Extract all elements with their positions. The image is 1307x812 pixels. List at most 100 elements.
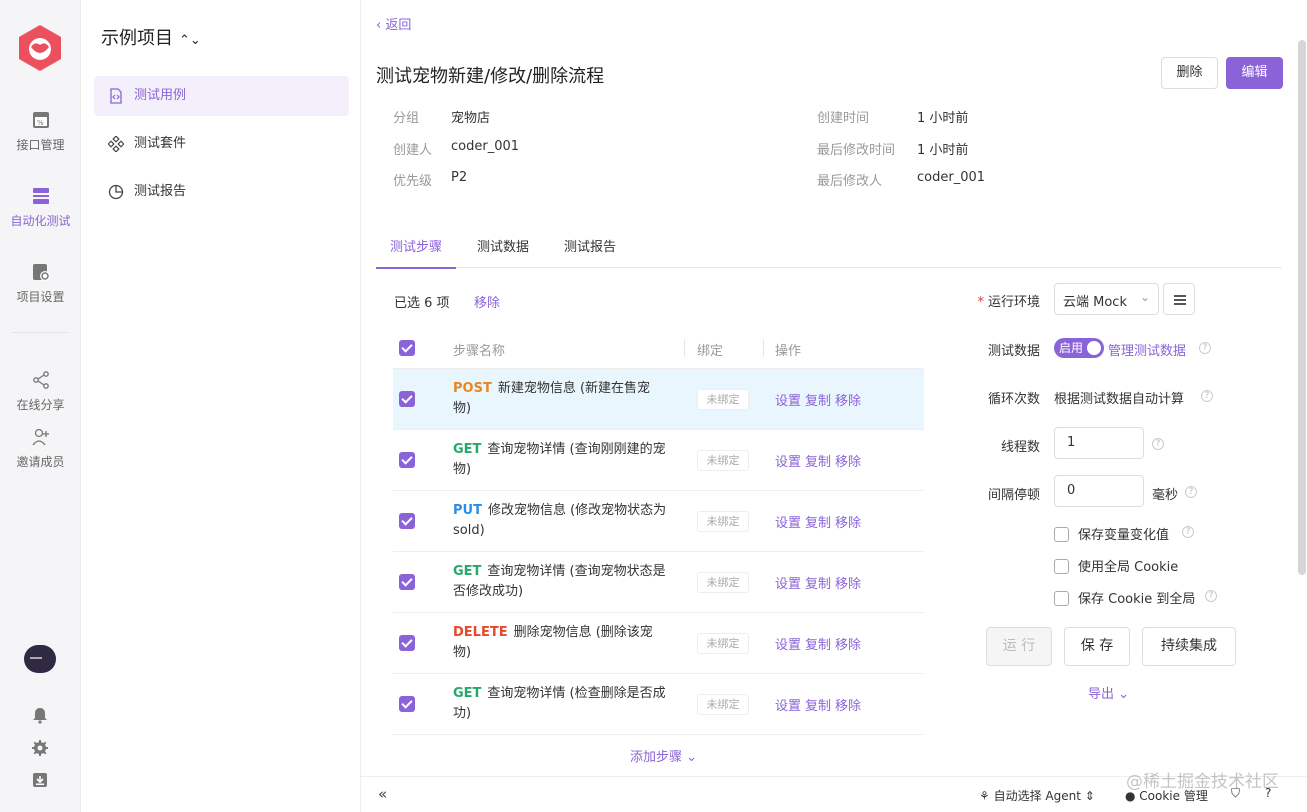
table-row[interactable]: PUT 修改宠物信息 (修改宠物状态为 sold) 未绑定 设置 复制 移除 <box>393 491 924 552</box>
remove-link[interactable]: 移除 <box>835 394 861 409</box>
save-variable-checkbox[interactable]: 保存变量变化值 <box>1054 524 1169 543</box>
table-row[interactable]: DELETE 删除宠物信息 (删除该宠物) 未绑定 设置 复制 移除 <box>393 613 924 674</box>
save-cookie-checkbox[interactable]: 保存 Cookie 到全局 <box>1054 588 1195 607</box>
test-data-toggle[interactable]: 启用 <box>1054 338 1104 358</box>
sidebar-item-test-reports[interactable]: 测试报告 <box>94 172 349 212</box>
rail-item-automation[interactable]: 自动化测试 <box>0 186 81 229</box>
back-link[interactable]: ‹ 返回 <box>376 14 411 33</box>
env-select[interactable]: 云端 Mock ⌄ <box>1054 283 1159 315</box>
copy-link[interactable]: 复制 <box>805 699 831 714</box>
interval-input[interactable]: 0 <box>1054 475 1144 507</box>
save-button[interactable]: 保 存 <box>1064 627 1130 666</box>
row-checkbox[interactable] <box>399 696 415 712</box>
bind-status-badge: 未绑定 <box>697 511 749 532</box>
table-row[interactable]: GET 查询宠物详情 (检查删除是否成功) 未绑定 设置 复制 移除 <box>393 674 924 735</box>
settings-link[interactable]: 设置 <box>775 638 801 653</box>
project-switcher[interactable]: 示例项目 ⌃⌄ <box>101 24 201 50</box>
remove-selected-button[interactable]: 移除 <box>474 292 500 311</box>
download-icon[interactable] <box>31 771 49 789</box>
remove-link[interactable]: 移除 <box>835 699 861 714</box>
help-icon[interactable]: ? <box>1152 438 1164 450</box>
tab-test-steps[interactable]: 测试步骤 <box>376 236 457 269</box>
help-icon[interactable]: ? <box>1185 486 1197 498</box>
help-icon[interactable]: ? <box>1205 590 1217 602</box>
export-dropdown[interactable]: 导出 ⌄ <box>1088 683 1129 702</box>
row-checkbox[interactable] <box>399 513 415 529</box>
rail-item-project-settings[interactable]: 项目设置 <box>0 262 81 305</box>
rail-item-api-management[interactable]: % 接口管理 <box>0 110 81 153</box>
agent-selector[interactable]: ⚘ 自动选择 Agent ⇕ <box>979 787 1095 804</box>
copy-link[interactable]: 复制 <box>805 577 831 592</box>
meta-modified-value: 1 小时前 <box>917 143 969 158</box>
http-method: GET <box>453 564 482 579</box>
ci-button[interactable]: 持续集成 <box>1142 627 1236 666</box>
step-name: GET 查询宠物详情 (查询刚刚建的宠物) <box>453 440 668 480</box>
settings-doc-icon <box>32 264 50 281</box>
settings-link[interactable]: 设置 <box>775 455 801 470</box>
manage-test-data-link[interactable]: 管理测试数据 <box>1108 340 1186 359</box>
bell-icon[interactable] <box>31 706 49 724</box>
tab-test-data[interactable]: 测试数据 <box>477 236 529 267</box>
sidebar-item-label: 测试报告 <box>134 184 187 199</box>
threads-input[interactable]: 1 <box>1054 427 1144 459</box>
table-row[interactable]: GET 查询宠物详情 (查询刚刚建的宠物) 未绑定 设置 复制 移除 <box>393 430 924 491</box>
row-checkbox[interactable] <box>399 391 415 407</box>
test-case-icon <box>110 88 122 104</box>
step-name: PUT 修改宠物信息 (修改宠物状态为 sold) <box>453 501 668 541</box>
copy-link[interactable]: 复制 <box>805 394 831 409</box>
table-row[interactable]: GET 查询宠物详情 (查询宠物状态是否修改成功) 未绑定 设置 复制 移除 <box>393 552 924 613</box>
loop-value: 根据测试数据自动计算 <box>1054 392 1185 407</box>
settings-link[interactable]: 设置 <box>775 577 801 592</box>
edit-button[interactable]: 编辑 <box>1226 57 1283 89</box>
avatar[interactable] <box>24 645 56 673</box>
help-icon[interactable]: ? <box>1201 390 1213 402</box>
delete-button[interactable]: 删除 <box>1161 57 1218 89</box>
app-logo-icon[interactable] <box>17 23 63 73</box>
header-step-name: 步骤名称 <box>453 344 506 359</box>
back-label: 返回 <box>385 18 412 33</box>
settings-link[interactable]: 设置 <box>775 394 801 409</box>
step-description: 修改宠物信息 (修改宠物状态为 sold) <box>453 503 667 538</box>
row-checkbox[interactable] <box>399 574 415 590</box>
row-checkbox[interactable] <box>399 452 415 468</box>
select-all-checkbox[interactable] <box>399 340 415 356</box>
bind-status-badge: 未绑定 <box>697 572 749 593</box>
sidebar-item-test-cases[interactable]: 测试用例 <box>94 76 349 116</box>
settings-link[interactable]: 设置 <box>775 699 801 714</box>
suite-icon <box>108 136 124 152</box>
gear-icon[interactable] <box>31 739 49 757</box>
help-icon[interactable]: ? <box>1182 526 1194 538</box>
copy-link[interactable]: 复制 <box>805 516 831 531</box>
remove-link[interactable]: 移除 <box>835 577 861 592</box>
remove-link[interactable]: 移除 <box>835 638 861 653</box>
scrollbar[interactable] <box>1298 40 1306 575</box>
row-checkbox[interactable] <box>399 635 415 651</box>
chevron-down-icon: ⌄ <box>1114 687 1130 702</box>
settings-link[interactable]: 设置 <box>775 516 801 531</box>
loop-label: 循环次数 <box>987 392 1040 407</box>
http-method: PUT <box>453 503 482 518</box>
env-menu-button[interactable] <box>1163 283 1195 315</box>
rail-item-share[interactable]: 在线分享 <box>0 370 81 413</box>
collapse-sidebar-button[interactable]: « <box>378 785 387 803</box>
meta-creator-value: coder_001 <box>451 139 520 154</box>
table-row[interactable]: POST 新建宠物信息 (新建在售宠物) 未绑定 设置 复制 移除 <box>393 369 924 430</box>
remove-link[interactable]: 移除 <box>835 455 861 470</box>
sidebar-item-test-suites[interactable]: 测试套件 <box>94 124 349 164</box>
run-button[interactable]: 运 行 <box>986 627 1052 666</box>
data-label: 测试数据 <box>987 344 1040 359</box>
copy-link[interactable]: 复制 <box>805 455 831 470</box>
add-step-button[interactable]: 添加步骤 ⌄ <box>630 746 697 765</box>
header-divider <box>684 339 685 357</box>
copy-link[interactable]: 复制 <box>805 638 831 653</box>
row-actions: 设置 复制 移除 <box>775 634 865 653</box>
checkbox-box <box>1054 591 1069 606</box>
global-cookie-checkbox[interactable]: 使用全局 Cookie <box>1054 556 1178 575</box>
add-step-label: 添加步骤 <box>630 750 683 765</box>
help-icon[interactable]: ? <box>1199 342 1211 354</box>
tab-test-report[interactable]: 测试报告 <box>564 236 616 267</box>
rail-item-invite[interactable]: 邀请成员 <box>0 427 81 470</box>
row-actions: 设置 复制 移除 <box>775 573 865 592</box>
sidebar-item-label: 测试用例 <box>134 88 187 103</box>
remove-link[interactable]: 移除 <box>835 516 861 531</box>
